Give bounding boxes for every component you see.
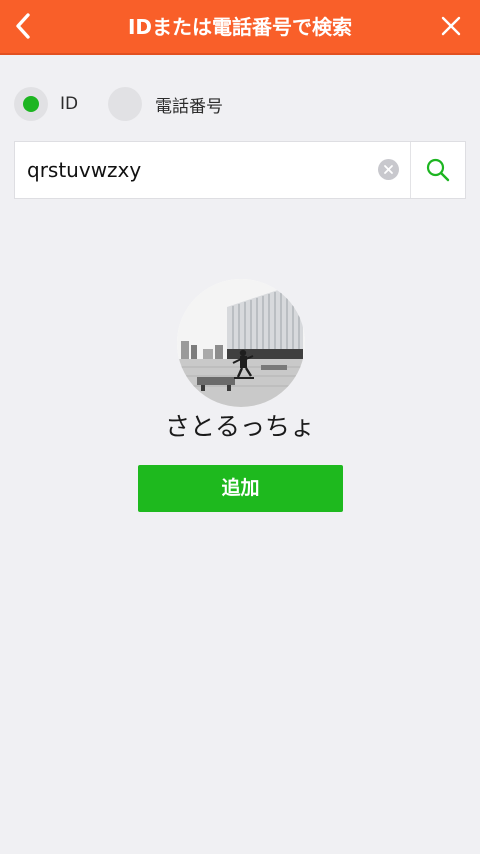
search-type-selector: ID 電話番号	[14, 86, 474, 122]
radio-button-id[interactable]	[14, 87, 48, 121]
close-icon	[441, 16, 461, 36]
avatar	[177, 279, 305, 407]
radio-selected-dot	[23, 96, 39, 112]
radio-label-id: ID	[60, 94, 79, 114]
page-title: IDまたは電話番号で検索	[127, 15, 353, 39]
radio-option-id[interactable]: ID	[14, 86, 78, 122]
radio-option-phone[interactable]: 電話番号	[108, 86, 223, 122]
search-box	[14, 141, 466, 199]
clear-icon	[384, 165, 393, 174]
close-button[interactable]	[434, 9, 468, 43]
avatar-photo	[177, 279, 305, 407]
radio-button-phone[interactable]	[108, 87, 142, 121]
add-friend-button[interactable]: 追加	[138, 465, 343, 512]
header-bar: IDまたは電話番号で検索	[0, 0, 480, 55]
profile-name: さとるっちょ	[164, 412, 315, 441]
clear-button[interactable]	[378, 159, 399, 180]
search-icon	[426, 158, 450, 182]
search-input[interactable]	[27, 142, 367, 198]
radio-label-phone: 電話番号	[155, 96, 223, 117]
search-button[interactable]	[411, 142, 465, 198]
